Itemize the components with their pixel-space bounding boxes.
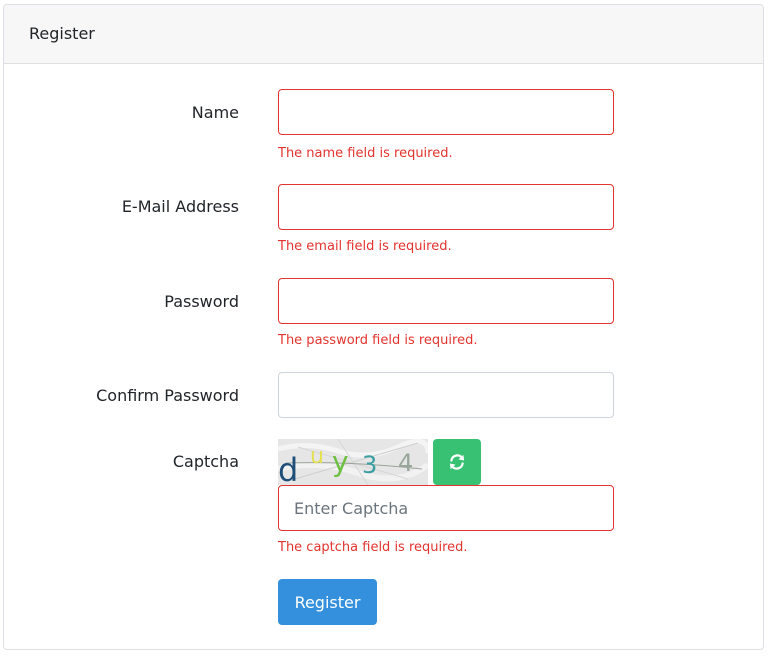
password-label: Password <box>164 292 239 311</box>
captcha-image: d u y 3 4 <box>278 439 428 485</box>
captcha-graphic: d u y 3 4 <box>278 439 428 485</box>
refresh-captcha-button[interactable] <box>433 439 481 485</box>
name-label: Name <box>191 103 239 122</box>
refresh-icon <box>449 454 465 470</box>
register-button[interactable]: Register <box>278 579 377 625</box>
captcha-char: 4 <box>398 449 413 477</box>
name-input[interactable] <box>278 89 614 135</box>
password-input[interactable] <box>278 278 614 324</box>
captcha-input[interactable] <box>278 485 614 531</box>
captcha-error: The captcha field is required. <box>278 540 468 555</box>
card-title: Register <box>29 24 95 43</box>
name-error: The name field is required. <box>278 146 453 161</box>
card-header: Register <box>4 5 763 64</box>
confirm-password-label: Confirm Password <box>96 386 239 405</box>
captcha-char: 3 <box>362 451 377 479</box>
captcha-label: Captcha <box>172 452 239 471</box>
password-error: The password field is required. <box>278 333 478 348</box>
register-card: Register Name The name field is required… <box>3 4 764 650</box>
email-error: The email field is required. <box>278 239 452 254</box>
confirm-password-input[interactable] <box>278 372 614 418</box>
captcha-char: y <box>332 445 349 478</box>
captcha-char: u <box>310 444 324 469</box>
captcha-char: d <box>278 451 298 485</box>
email-input[interactable] <box>278 184 614 230</box>
email-label: E-Mail Address <box>121 197 239 216</box>
